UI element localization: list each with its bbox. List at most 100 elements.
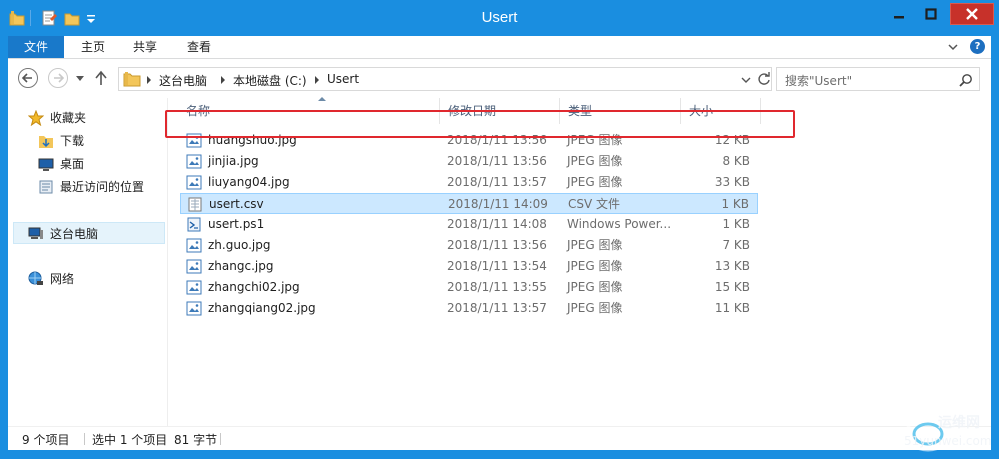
file-type: JPEG 图像 — [567, 301, 623, 315]
nav-label: 下载 — [60, 134, 85, 148]
powershell-file-icon — [187, 217, 201, 232]
file-type: CSV 文件 — [568, 197, 621, 211]
file-name: zhangqiang02.jpg — [208, 301, 316, 315]
recent-locations-icon[interactable] — [76, 74, 84, 82]
recent-places-icon — [39, 180, 53, 194]
title-bar: Usert — [0, 0, 999, 36]
file-size: 1 KB — [721, 197, 749, 211]
file-type: JPEG 图像 — [567, 175, 623, 189]
refresh-icon[interactable] — [757, 72, 771, 86]
file-row[interactable]: liuyang04.jpg 2018/1/11 13:57 JPEG 图像 33 KB — [180, 172, 758, 193]
star-icon — [28, 110, 44, 126]
file-date: 2018/1/11 14:09 — [448, 197, 548, 211]
file-row[interactable]: zhangchi02.jpg 2018/1/11 13:55 JPEG 图像 15 K… — [180, 277, 758, 298]
nav-label: 最近访问的位置 — [60, 180, 145, 194]
file-type: Windows Power... — [567, 217, 672, 231]
tab-file[interactable]: 文件 — [8, 36, 64, 58]
minimize-button[interactable] — [886, 3, 912, 25]
file-size: 8 KB — [722, 154, 750, 168]
chevron-down-icon[interactable] — [741, 76, 751, 84]
file-date: 2018/1/11 13:56 — [447, 238, 547, 252]
status-separator — [84, 433, 85, 445]
nav-item-downloads[interactable]: 下载 — [38, 130, 158, 152]
csv-file-icon — [188, 197, 202, 212]
watermark-url: 51yunwei.com — [904, 434, 992, 448]
file-size: 1 KB — [722, 217, 750, 231]
watermark-text: 运维网 — [938, 415, 980, 431]
file-row[interactable]: zhangqiang02.jpg 2018/1/11 13:57 JPEG 图像 11… — [180, 298, 758, 319]
breadcrumb-this-pc[interactable]: 这台电脑 — [159, 72, 207, 89]
address-bar[interactable]: 这台电脑 本地磁盘 (C:) Usert — [118, 67, 772, 91]
minimize-icon — [894, 16, 904, 19]
network-icon — [28, 271, 43, 285]
folder-icon — [123, 72, 141, 87]
file-date: 2018/1/11 13:56 — [447, 154, 547, 168]
image-file-icon — [186, 301, 202, 316]
file-date: 2018/1/11 13:54 — [447, 259, 547, 273]
file-type: JPEG 图像 — [567, 280, 623, 294]
file-type: JPEG 图像 — [567, 238, 623, 252]
file-type: JPEG 图像 — [567, 259, 623, 273]
search-icon[interactable] — [959, 73, 973, 87]
nav-label: 收藏夹 — [50, 111, 87, 125]
nav-item-favorites[interactable]: 收藏夹 — [28, 107, 158, 129]
selected-count: 选中 1 个项目 — [92, 433, 168, 447]
breadcrumb-separator-icon[interactable] — [147, 76, 151, 84]
highlight-annotation — [165, 110, 795, 138]
search-input[interactable]: 搜索"Usert" — [785, 72, 852, 89]
breadcrumb-usert[interactable]: Usert — [327, 72, 359, 86]
forward-button[interactable] — [48, 68, 68, 88]
file-name: usert.csv — [209, 197, 264, 211]
image-file-icon — [186, 238, 202, 253]
file-name: zhangc.jpg — [208, 259, 274, 273]
file-name: zh.guo.jpg — [208, 238, 271, 252]
nav-item-recent[interactable]: 最近访问的位置 — [38, 176, 163, 198]
up-arrow-icon[interactable] — [94, 70, 108, 86]
file-size: 13 KB — [714, 259, 750, 273]
file-date: 2018/1/11 13:55 — [447, 280, 547, 294]
file-date: 2018/1/11 13:57 — [447, 175, 547, 189]
file-row[interactable]: zh.guo.jpg 2018/1/11 13:56 JPEG 图像 7 KB — [180, 235, 758, 256]
expand-ribbon-icon[interactable] — [946, 40, 960, 54]
image-file-icon — [186, 175, 202, 190]
file-row[interactable]: usert.csv 2018/1/11 14:09 CSV 文件 1 KB — [180, 193, 758, 214]
file-row[interactable]: jinjia.jpg 2018/1/11 13:56 JPEG 图像 8 KB — [180, 151, 758, 172]
breadcrumb-local-disk[interactable]: 本地磁盘 (C:) — [233, 72, 307, 89]
nav-label: 网络 — [50, 272, 75, 286]
maximize-icon — [925, 8, 937, 20]
file-size: 33 KB — [714, 175, 750, 189]
tab-view[interactable]: 查看 — [180, 36, 218, 58]
image-file-icon — [186, 259, 202, 274]
arrow-left-icon — [21, 73, 32, 83]
file-list: 名称 修改日期 类型 大小 huangshuo.jpg 2018/1/11 13:… — [168, 97, 991, 426]
tab-home[interactable]: 主页 — [74, 36, 112, 58]
back-button[interactable] — [18, 68, 38, 88]
help-button[interactable]: ? — [970, 39, 985, 54]
file-name: zhangchi02.jpg — [208, 280, 300, 294]
nav-item-desktop[interactable]: 桌面 — [38, 153, 158, 175]
nav-item-this-pc[interactable]: 这台电脑 — [13, 222, 165, 244]
nav-label: 桌面 — [60, 157, 85, 171]
file-row[interactable]: usert.ps1 2018/1/11 14:08 Windows Power...… — [180, 214, 758, 235]
search-box[interactable]: 搜索"Usert" — [776, 67, 980, 91]
maximize-button[interactable] — [918, 3, 944, 25]
file-date: 2018/1/11 14:08 — [447, 217, 547, 231]
image-file-icon — [186, 154, 202, 169]
breadcrumb-separator-icon[interactable] — [221, 76, 225, 84]
download-folder-icon — [39, 136, 53, 148]
tab-share[interactable]: 共享 — [126, 36, 164, 58]
selected-size: 81 字节 — [174, 433, 218, 447]
file-type: JPEG 图像 — [567, 154, 623, 168]
file-name: liuyang04.jpg — [208, 175, 290, 189]
computer-icon — [28, 227, 43, 239]
breadcrumb-separator-icon[interactable] — [315, 76, 319, 84]
explorer-window: Usert 文件 主页 共享 查看 ? 这台电脑 本地磁盘 (C:) Usert… — [0, 0, 999, 459]
file-row[interactable]: zhangc.jpg 2018/1/11 13:54 JPEG 图像 13 KB — [180, 256, 758, 277]
close-button[interactable] — [950, 3, 994, 25]
main-content: 收藏夹 下载 桌面 最近访问的位置 这台电脑 网络 名称 修改日期 类型 大小 … — [8, 97, 991, 426]
close-icon — [966, 8, 978, 20]
nav-label: 这台电脑 — [50, 227, 99, 241]
arrow-right-icon — [54, 73, 65, 83]
file-name: usert.ps1 — [208, 217, 265, 231]
nav-item-network[interactable]: 网络 — [28, 268, 158, 290]
